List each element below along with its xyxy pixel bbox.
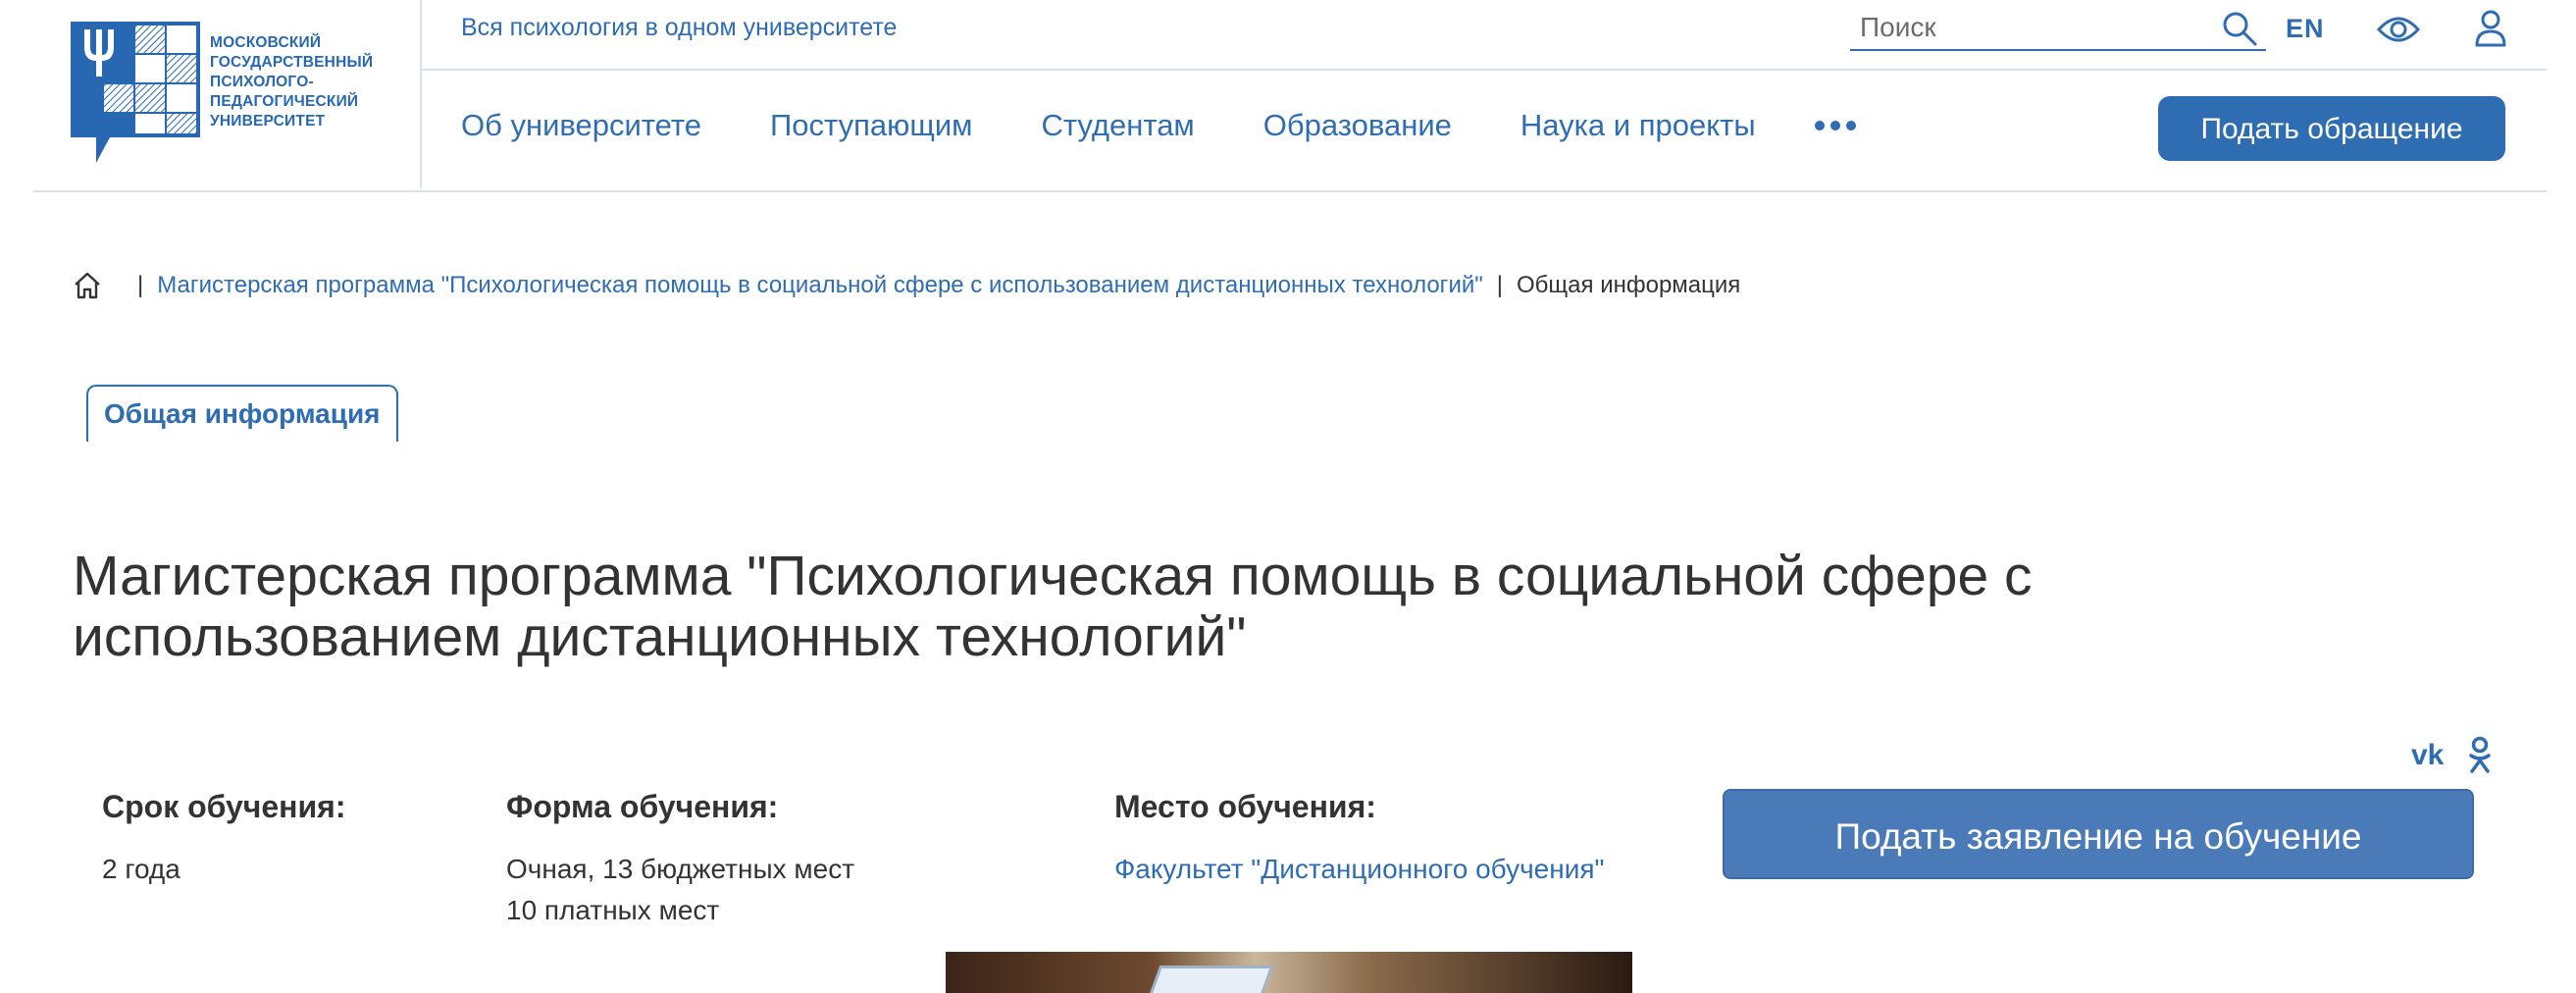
user-icon[interactable] xyxy=(2474,10,2507,47)
breadcrumb-current: Общая информация xyxy=(1517,272,1741,298)
tagline: Вся психология в одном университете xyxy=(461,14,898,41)
more-dots-icon[interactable] xyxy=(1814,108,1856,143)
nav-item-education[interactable]: Образование xyxy=(1263,108,1452,143)
logo-line: ПСИХОЛОГО- xyxy=(210,74,314,90)
main-nav: Об университете Поступающим Студентам Об… xyxy=(461,108,1856,143)
logo-line: ПЕДАГОГИЧЕСКИЙ xyxy=(210,93,359,110)
breadcrumb-link-program[interactable]: Магистерская программа "Психологическая … xyxy=(157,272,1483,299)
nav-item-science[interactable]: Наука и проекты xyxy=(1520,108,1756,143)
ok-icon[interactable] xyxy=(2466,736,2494,775)
home-icon[interactable] xyxy=(73,271,102,300)
search-input[interactable] xyxy=(1860,10,2193,45)
program-photo xyxy=(946,952,1632,993)
info-duration: Срок обучения: 2 года xyxy=(102,789,346,890)
site-header: МОСКОВСКИЙ ГОСУДАРСТВЕННЫЙ ПСИХОЛОГО- ПЕ… xyxy=(33,0,2547,192)
apply-button[interactable]: Подать заявление на обучение xyxy=(1723,789,2474,879)
breadcrumb-separator: | xyxy=(1496,272,1504,298)
place-label: Место обучения: xyxy=(1114,789,1376,824)
vk-icon[interactable]: vk xyxy=(2411,740,2452,767)
language-switch[interactable]: EN xyxy=(2286,14,2325,44)
form-value: Очная, 13 бюджетных мест xyxy=(506,854,855,884)
duration-value: 2 года xyxy=(102,854,180,884)
logo-line: УНИВЕРСИТЕТ xyxy=(210,113,326,130)
page-title: Магистерская программа "Психологическая … xyxy=(73,546,2329,667)
tab-general-info[interactable]: Общая информация xyxy=(86,385,398,442)
breadcrumb: | Магистерская программа "Психологическа… xyxy=(73,271,1740,300)
submit-appeal-button[interactable]: Подать обращение xyxy=(2158,96,2505,161)
top-divider xyxy=(422,69,2547,71)
page-title-line: Магистерская программа "Психологическая … xyxy=(73,545,2033,607)
form-label: Форма обучения: xyxy=(506,789,779,824)
nav-item-students[interactable]: Студентам xyxy=(1041,108,1194,143)
duration-label: Срок обучения: xyxy=(102,789,346,824)
logo-text: МОСКОВСКИЙ ГОСУДАРСТВЕННЫЙ ПСИХОЛОГО- ПЕ… xyxy=(210,33,416,131)
university-logo-icon xyxy=(71,22,200,163)
info-place: Место обучения: Факультет "Дистанционног… xyxy=(1114,789,1604,890)
search-icon[interactable] xyxy=(2221,10,2258,47)
nav-item-applicants[interactable]: Поступающим xyxy=(770,108,972,143)
svg-text:vk: vk xyxy=(2411,740,2445,767)
breadcrumb-separator: | xyxy=(137,272,144,298)
nav-item-about[interactable]: Об университете xyxy=(461,108,701,143)
eye-icon[interactable] xyxy=(2376,12,2421,47)
logo-line: ГОСУДАРСТВЕННЫЙ xyxy=(210,54,374,71)
logo-line: МОСКОВСКИЙ xyxy=(210,34,322,51)
info-form: Форма обучения: Очная, 13 бюджетных мест… xyxy=(506,789,854,931)
search-bar xyxy=(1850,8,2266,51)
page-title-line: использованием дистанционных технологий" xyxy=(73,605,1247,668)
form-value: 10 платных мест xyxy=(506,895,720,925)
faculty-link[interactable]: Факультет "Дистанционного обучения" xyxy=(1114,854,1604,884)
logo[interactable]: МОСКОВСКИЙ ГОСУДАРСТВЕННЫЙ ПСИХОЛОГО- ПЕ… xyxy=(33,0,422,188)
